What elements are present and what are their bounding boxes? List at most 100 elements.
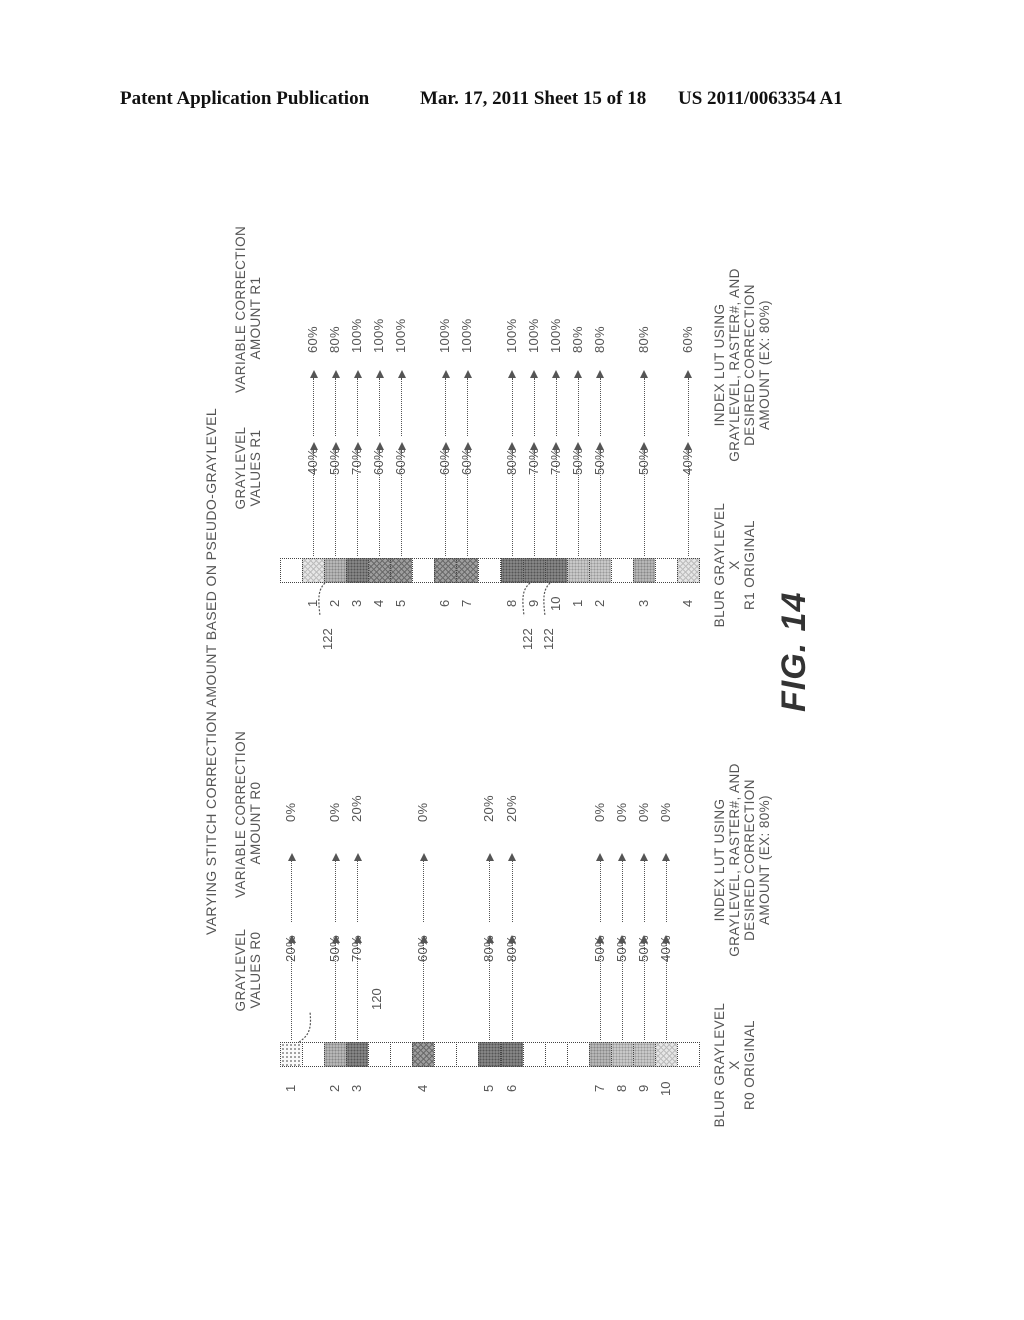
strip-cell-dark [522, 558, 546, 583]
graylevel-value: 50% [635, 448, 651, 475]
correction-arrow-line [621, 861, 623, 922]
correction-arrow-line [379, 378, 381, 436]
correction-arrow-line [599, 378, 601, 436]
correction-value: 80% [569, 326, 585, 353]
raster-number: 7 [591, 1084, 607, 1092]
footer-line: GRAYLEVEL, RASTER#, AND [727, 268, 742, 462]
strip-cell-white [390, 1042, 414, 1067]
arrow-head-icon [508, 853, 517, 861]
r0-correction-header: VARIABLE CORRECTION AMOUNT R0 [233, 730, 263, 898]
correction-arrow-line [401, 378, 403, 436]
correction-arrow-line [335, 378, 337, 436]
correction-arrow-line [313, 378, 315, 436]
correction-value: 100% [547, 318, 563, 353]
raster-number: 3 [349, 1084, 365, 1092]
graylevel-value: 70% [547, 448, 563, 475]
reference-leader-lines [298, 582, 551, 1043]
ref-label-120: 120 [369, 988, 384, 1010]
publication-number: US 2011/0063354 A1 [678, 88, 843, 109]
arrow-head-icon [684, 370, 693, 378]
graylevel-value: 50% [569, 448, 585, 475]
correction-arrow-line [687, 378, 689, 436]
strip-cell-stipple [280, 1042, 304, 1067]
ref-label-122: 122 [541, 628, 556, 650]
header-line: VARIABLE CORRECTION [233, 225, 248, 393]
r1-footer-left: BLUR GRAYLEVEL X R1 ORIGINAL [712, 490, 757, 640]
graylevel-value: 70% [349, 448, 365, 475]
correction-arrow-line [599, 861, 601, 922]
graylevel-value: 80% [503, 448, 519, 475]
graylevel-value: 60% [437, 448, 453, 475]
graylevel-value: 50% [327, 935, 343, 962]
footer-line: R1 ORIGINAL [742, 520, 757, 610]
graylevel-value: 70% [525, 448, 541, 475]
header-line: VALUES R1 [248, 429, 263, 507]
header-line: GRAYLEVEL [233, 426, 248, 510]
correction-arrow-line [643, 378, 645, 436]
header-line: GRAYLEVEL [233, 928, 248, 1012]
graylevel-value: 40% [305, 448, 321, 475]
correction-value: 0% [327, 802, 343, 822]
arrow-head-icon [331, 370, 340, 378]
strip-cell-darkx [390, 558, 414, 583]
ref-label-122: 122 [520, 628, 535, 650]
arrow-head-icon [375, 370, 384, 378]
raster-number: 6 [503, 1084, 519, 1092]
raster-number: 2 [591, 599, 607, 607]
correction-value: 0% [283, 802, 299, 822]
ref-label-122: 122 [320, 628, 335, 650]
strip-cell-medium [632, 558, 656, 583]
footer-line: GRAYLEVEL, RASTER#, AND [727, 763, 742, 957]
arrow-head-icon [353, 370, 362, 378]
arrow-head-icon [309, 370, 318, 378]
correction-value: 0% [657, 802, 673, 822]
correction-value: 100% [393, 318, 409, 353]
correction-arrow-line [445, 378, 447, 436]
strip-cell-white [434, 1042, 458, 1067]
arrow-head-icon [508, 370, 517, 378]
graylevel-value: 50% [327, 448, 343, 475]
strip-cell-white [412, 558, 436, 583]
footer-line: AMOUNT (EX: 80%) [757, 795, 772, 925]
footer-line: DESIRED CORRECTION [742, 284, 757, 446]
arrow-head-icon [552, 370, 561, 378]
r0-footer-left: BLUR GRAYLEVEL X R0 ORIGINAL [712, 990, 757, 1140]
correction-arrow-line [577, 378, 579, 436]
correction-arrow-line [467, 378, 469, 436]
graylevel-value: 50% [635, 935, 651, 962]
arrow-head-icon [640, 853, 649, 861]
raster-number: 9 [635, 1084, 651, 1092]
strip-cell-white [610, 558, 634, 583]
graylevel-value: 60% [393, 448, 409, 475]
figure-title: VARYING STITCH CORRECTION AMOUNT BASED O… [203, 407, 219, 935]
graylevel-value: 70% [349, 935, 365, 962]
footer-line: X [727, 1060, 742, 1070]
correction-arrow-line [291, 861, 293, 922]
correction-value: 100% [437, 318, 453, 353]
correction-arrow-line [555, 378, 557, 436]
raster-number: 8 [503, 599, 519, 607]
strip-cell-lightx [302, 558, 326, 583]
strip-cell-white [280, 558, 304, 583]
raster-number: 4 [679, 599, 695, 607]
correction-value: 20% [349, 795, 365, 822]
graylevel-value: 80% [503, 935, 519, 962]
header-line: VARIABLE CORRECTION [233, 730, 248, 898]
correction-value: 0% [415, 802, 431, 822]
page-header: Patent Application Publication Mar. 17, … [0, 88, 1024, 118]
arrow-head-icon [662, 853, 671, 861]
header-line: AMOUNT R0 [248, 781, 263, 865]
strip-cell-darkx [456, 558, 480, 583]
arrow-head-icon [463, 370, 472, 378]
correction-value: 0% [613, 802, 629, 822]
raster-number: 2 [327, 1084, 343, 1092]
raster-number: 4 [415, 1084, 431, 1092]
footer-line: BLUR GRAYLEVEL [712, 1002, 727, 1128]
strip-cell-medium [324, 558, 348, 583]
footer-line: X [727, 560, 742, 570]
correction-arrow-line [533, 378, 535, 436]
correction-arrow-line [335, 861, 337, 922]
graylevel-value: 60% [459, 448, 475, 475]
strip-cell-medlight [632, 1042, 656, 1067]
strip-cell-white [544, 1042, 568, 1067]
